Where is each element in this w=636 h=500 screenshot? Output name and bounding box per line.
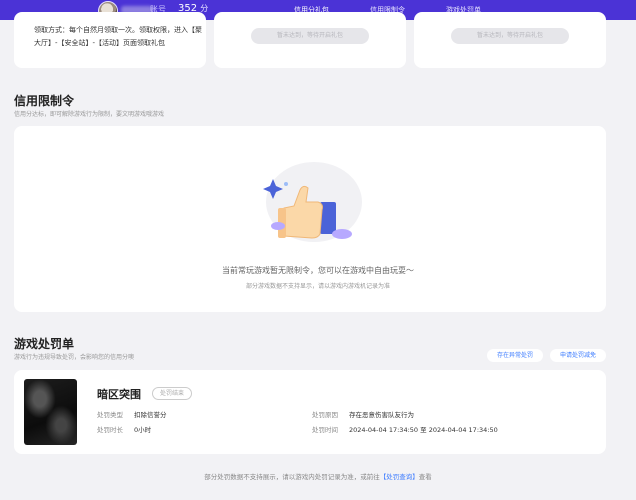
penalty-time-value: 2024-04-04 17:34:50 至 2024-04-04 17:34:5…	[349, 424, 498, 434]
restriction-title: 信用限制令	[14, 94, 75, 108]
penalty-reason-value: 存在恶意伤害队友行为	[349, 411, 414, 419]
game-name: 暗区突围	[97, 388, 141, 401]
penalty-query-link[interactable]: 【处罚查询】	[380, 473, 419, 481]
footer-note: 部分处罚数据不支持展示，请以游戏内处罚记录为准，或前往【处罚查询】查看	[0, 471, 636, 481]
penalty-reason-label: 处罚原因	[312, 411, 338, 419]
restriction-subtitle: 信用分达标，即可解除游戏行为限制，要文明游戏哦游戏	[14, 111, 165, 118]
penalty-title: 游戏处罚单	[14, 337, 75, 351]
empty-restriction-message: 当前常玩游戏暂无限制令，您可以在游戏中自由玩耍～	[222, 266, 414, 275]
penalty-type-value: 扣除信誉分	[134, 411, 167, 419]
footer-suffix: 查看	[418, 473, 432, 481]
thumbs-up-illustration	[263, 162, 362, 242]
game-thumbnail	[24, 379, 77, 445]
penalty-type-label: 处罚类型	[97, 411, 123, 419]
credit-score-unit: 分	[200, 4, 209, 13]
abnormal-penalty-button[interactable]: 存在异常处罚	[487, 349, 543, 362]
penalty-time-start: 2024-04-04 17:34:50	[349, 426, 419, 434]
penalty-duration-value: 0小时	[134, 426, 152, 434]
empty-restriction-note: 部分游戏数据不支持显示，请以游戏内游戏机记录为准	[245, 283, 390, 290]
penalty-time-to: 至	[420, 426, 427, 434]
claim-gift-button-1[interactable]: 暂未达到，等待开启礼包	[251, 28, 369, 44]
penalty-status-badge: 处罚结束	[152, 387, 193, 400]
penalty-duration-label: 处罚时长	[97, 426, 123, 434]
claim-gift-button-2[interactable]: 暂未达到，等待开启礼包	[451, 28, 569, 44]
penalty-time-end: 2024-04-04 17:34:50	[428, 426, 498, 434]
penalty-reduction-button[interactable]: 申请处罚减免	[550, 349, 606, 362]
footer-text: 部分处罚数据不支持展示，请以游戏内处罚记录为准，或前往	[204, 473, 380, 481]
penalty-subtitle: 游戏行为违规导致处罚，会影响您的信用分噢	[14, 354, 135, 361]
claim-instructions: 领取方式：每个自然月领取一次。领取权限，进入【聚大厅】-【安全站】-【活动】页面…	[34, 26, 202, 47]
penalty-time-label: 处罚时间	[312, 426, 338, 434]
